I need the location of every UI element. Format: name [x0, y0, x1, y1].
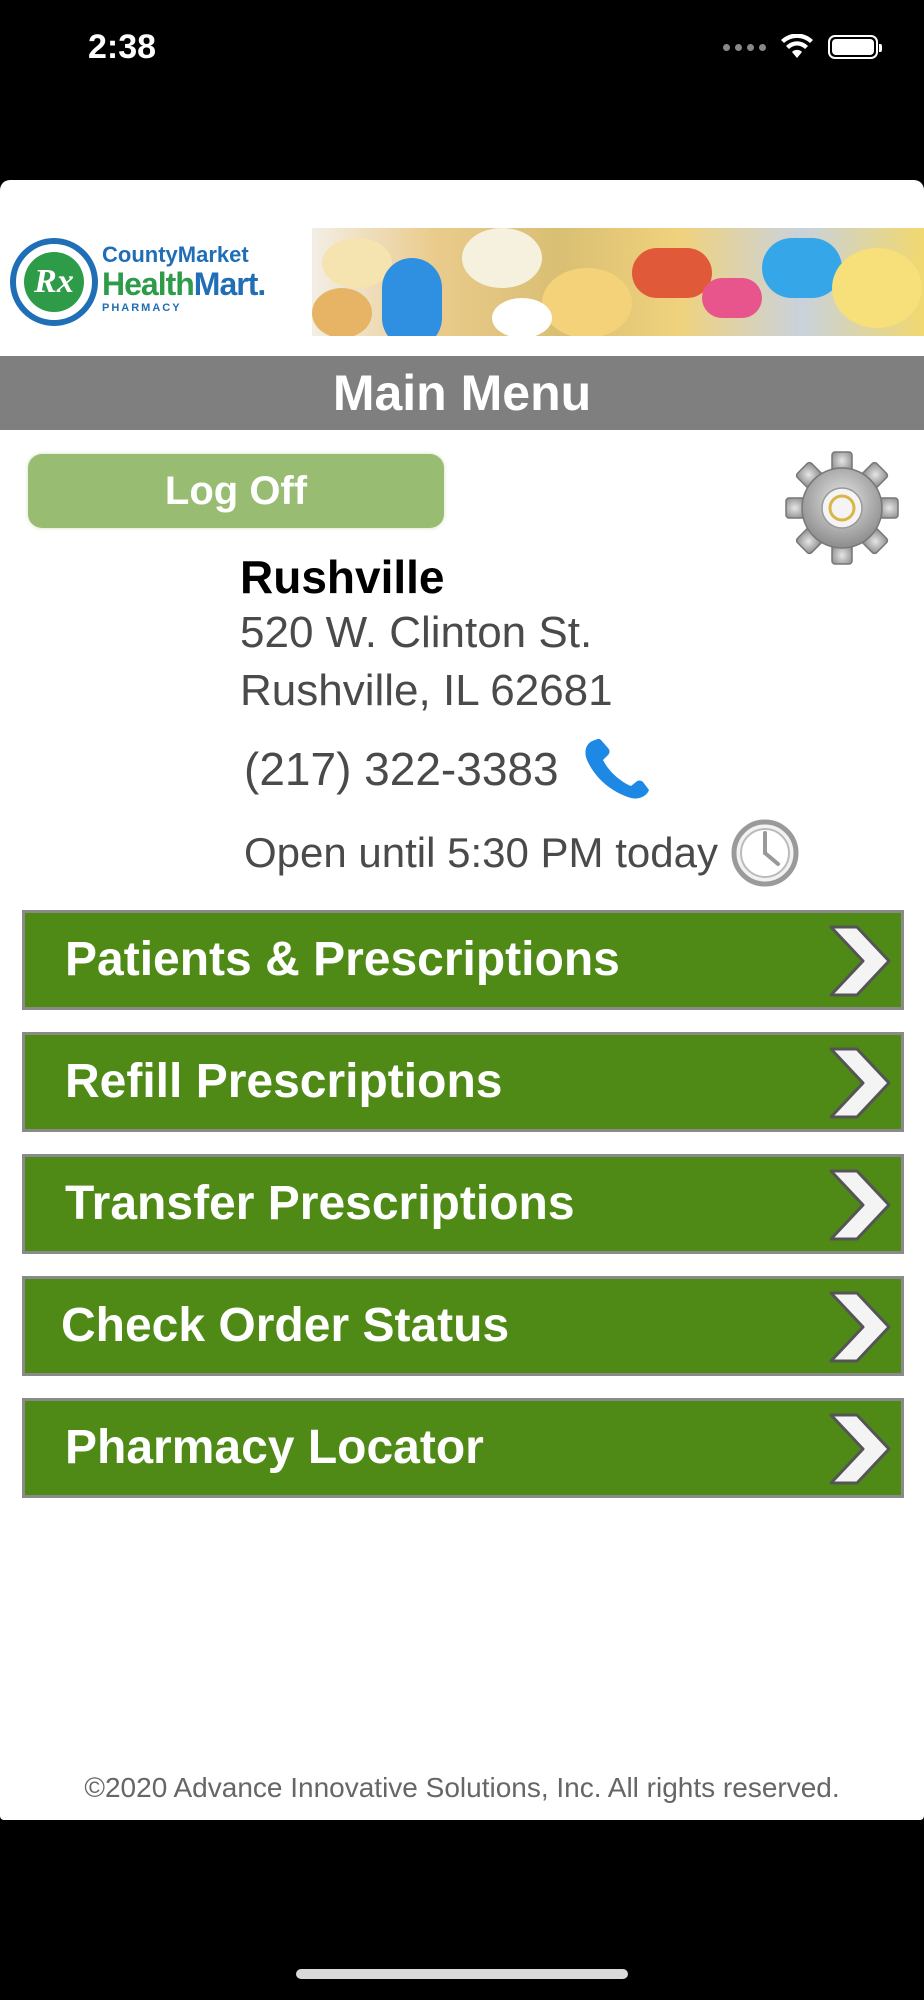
battery-icon [828, 35, 882, 59]
chevron-right-icon [829, 1413, 891, 1485]
store-info: Rushville 520 W. Clinton St. Rushville, … [240, 550, 880, 887]
menu-item-check-order-status[interactable]: Check Order Status [22, 1276, 904, 1376]
store-phone-row[interactable]: (217) 322-3383 [244, 736, 653, 802]
menu-item-patients-prescriptions[interactable]: Patients & Prescriptions [22, 910, 904, 1010]
logo-mart-word: Mart. [193, 266, 266, 302]
pills-banner-image [312, 228, 924, 336]
rx-logo-text: Rx [24, 252, 84, 312]
menu-item-label: Pharmacy Locator [65, 1421, 484, 1474]
status-icons [723, 34, 882, 60]
logo-county-text: CountyMarket [102, 242, 249, 267]
clock-icon [731, 819, 799, 887]
menu-item-label: Transfer Prescriptions [65, 1177, 575, 1230]
chevron-right-icon [829, 1047, 891, 1119]
status-bar: 2:38 [0, 0, 924, 100]
phone-icon[interactable] [581, 736, 653, 802]
store-hours-row: Open until 5:30 PM today [244, 818, 800, 888]
home-indicator[interactable] [296, 1969, 628, 1979]
menu-item-pharmacy-locator[interactable]: Pharmacy Locator [22, 1398, 904, 1498]
logo-healthmart-text: HealthMart. [102, 266, 266, 303]
logo-pharmacy-text: PHARMACY [102, 302, 182, 314]
menu-item-refill-prescriptions[interactable]: Refill Prescriptions [22, 1032, 904, 1132]
menu-item-label: Patients & Prescriptions [65, 933, 620, 986]
menu-item-label: Refill Prescriptions [65, 1055, 503, 1108]
chevron-right-icon [829, 1169, 891, 1241]
copyright-footer: ©2020 Advance Innovative Solutions, Inc.… [84, 1772, 840, 1803]
menu-item-transfer-prescriptions[interactable]: Transfer Prescriptions [22, 1154, 904, 1254]
banner: Rx CountyMarket HealthMart. PHARMACY [0, 228, 924, 336]
store-phone[interactable]: (217) 322-3383 [244, 742, 559, 796]
pharmacy-logo: Rx CountyMarket HealthMart. PHARMACY [8, 236, 308, 332]
gear-icon[interactable] [784, 450, 900, 566]
status-time: 2:38 [88, 28, 157, 66]
rx-logo-icon: Rx [10, 238, 98, 326]
store-address-line1: 520 W. Clinton St. [240, 608, 593, 657]
main-menu: Patients & Prescriptions Refill Prescrip… [22, 910, 904, 1520]
page-title: Main Menu [0, 356, 924, 430]
store-hours: Open until 5:30 PM today [244, 829, 718, 876]
log-off-button[interactable]: Log Off [28, 454, 444, 528]
store-name: Rushville [240, 551, 445, 603]
chevron-right-icon [829, 925, 891, 997]
app-screen: Rx CountyMarket HealthMart. PHARMACY Mai… [0, 180, 924, 1820]
wifi-icon [781, 34, 813, 58]
chevron-right-icon [829, 1291, 891, 1363]
store-address-line2: Rushville, IL 62681 [240, 666, 613, 715]
menu-item-label: Check Order Status [61, 1299, 510, 1352]
signal-icon [723, 43, 766, 51]
logo-health-word: Health [102, 266, 195, 302]
